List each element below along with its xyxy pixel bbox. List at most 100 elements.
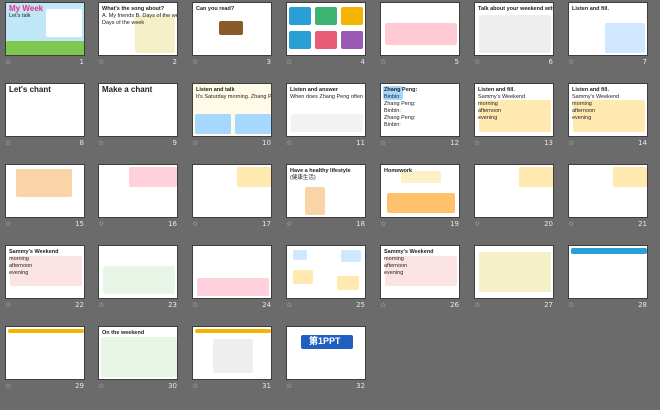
slide-thumbnail-11[interactable]: Listen and answer When does Zhang Peng of…: [286, 83, 366, 148]
slide-thumbnail-31[interactable]: ☆ 31: [192, 326, 272, 391]
slide-preview[interactable]: Listen and fill.: [568, 2, 648, 56]
slide-image: [16, 169, 72, 197]
slide-preview[interactable]: [192, 245, 272, 299]
slide-preview[interactable]: [568, 164, 648, 218]
slide-preview[interactable]: Listen and fill. Sammy's Weekend morning af…: [568, 83, 648, 137]
slide-meta: ☆ 3: [192, 58, 272, 67]
slide-preview[interactable]: Sammy's Weekend morning afternoon evening: [380, 245, 460, 299]
star-icon: ☆: [474, 59, 481, 66]
slide-text: afternoon: [384, 263, 408, 269]
slide-preview[interactable]: Sammy's Weekend morning afternoon evening: [5, 245, 85, 299]
slide-preview[interactable]: [98, 245, 178, 299]
slide-thumbnail-32[interactable]: 第1PPT ☆ 32: [286, 326, 366, 391]
slide-thumbnail-19[interactable]: Homework ☆ 19: [380, 164, 460, 229]
slide-preview[interactable]: On the weekend: [98, 326, 178, 380]
slide-thumbnail-13[interactable]: Listen and fill. Sammy's Weekend morning af…: [474, 83, 554, 148]
slide-number: 28: [638, 301, 647, 309]
slide-preview[interactable]: My Week Let's talk: [5, 2, 85, 56]
star-icon: ☆: [568, 140, 575, 147]
slide-preview[interactable]: Listen and fill. Sammy's Weekend morning af…: [474, 83, 554, 137]
slide-image: [8, 329, 84, 333]
star-icon: ☆: [474, 302, 481, 309]
star-icon: ☆: [192, 221, 199, 228]
slide-thumbnail-2[interactable]: What's the song about? A. My friends B. D…: [98, 2, 178, 67]
slide-thumbnail-26[interactable]: Sammy's Weekend morning afternoon evening ☆ 2…: [380, 245, 460, 310]
slide-text: morning: [384, 256, 404, 262]
slide-thumbnail-10[interactable]: Listen and talk It's Saturday morning. Zh…: [192, 83, 272, 148]
slide-thumbnail-4[interactable]: ☆ 4: [286, 2, 366, 67]
slide-thumbnail-21[interactable]: ☆ 21: [568, 164, 648, 229]
slide-thumbnail-9[interactable]: Make a chant ☆ 9: [98, 83, 178, 148]
slide-preview[interactable]: [286, 245, 366, 299]
star-icon: ☆: [192, 59, 199, 66]
slide-thumbnail-5[interactable]: ☆ 5: [380, 2, 460, 67]
slide-preview[interactable]: [192, 326, 272, 380]
slide-thumbnail-6[interactable]: Talk about your weekend with your partne…: [474, 2, 554, 67]
slide-number: 24: [262, 301, 271, 309]
slide-preview[interactable]: [5, 326, 85, 380]
slide-thumbnail-28[interactable]: ☆ 28: [568, 245, 648, 310]
slide-text: Binbin:: [384, 108, 401, 114]
slide-preview[interactable]: [380, 2, 460, 56]
slide-image: [305, 187, 325, 215]
slide-text: afternoon: [572, 108, 596, 114]
star-icon: ☆: [286, 302, 293, 309]
slide-image: [129, 167, 177, 187]
slide-thumbnail-27[interactable]: ☆ 27: [474, 245, 554, 310]
star-icon: ☆: [380, 302, 387, 309]
slide-thumbnail-3[interactable]: Can you read? ☆ 3: [192, 2, 272, 67]
slide-preview[interactable]: [568, 245, 648, 299]
slide-image: [341, 7, 363, 25]
slide-thumbnail-1[interactable]: My Week Let's talk ☆ 1: [5, 2, 85, 67]
slide-preview[interactable]: 第1PPT: [286, 326, 366, 380]
slide-thumbnail-18[interactable]: Have a healthy lifestyle (健康生活) ☆ 18: [286, 164, 366, 229]
slide-preview[interactable]: Have a healthy lifestyle (健康生活): [286, 164, 366, 218]
slide-thumbnail-14[interactable]: Listen and fill. Sammy's Weekend morning af…: [568, 83, 648, 148]
slide-preview[interactable]: Can you read?: [192, 2, 272, 56]
slide-preview[interactable]: Listen and answer When does Zhang Peng of…: [286, 83, 366, 137]
slide-thumbnail-24[interactable]: ☆ 24: [192, 245, 272, 310]
slide-thumbnail-8[interactable]: Let's chant ☆ 8: [5, 83, 85, 148]
slide-preview[interactable]: [5, 164, 85, 218]
slide-number: 14: [638, 139, 647, 147]
slide-thumbnail-25[interactable]: ☆ 25: [286, 245, 366, 310]
slide-thumbnail-22[interactable]: Sammy's Weekend morning afternoon evening ☆ 2…: [5, 245, 85, 310]
slide-thumbnail-20[interactable]: ☆ 20: [474, 164, 554, 229]
slide-preview[interactable]: Zhang Peng: Binbin: Zhang Peng: Binbin: Zhan…: [380, 83, 460, 137]
slide-thumbnail-29[interactable]: ☆ 29: [5, 326, 85, 391]
slide-meta: ☆ 2: [98, 58, 178, 67]
slide-meta: ☆ 8: [5, 139, 85, 148]
slide-preview[interactable]: Listen and talk It's Saturday morning. Zh…: [192, 83, 272, 137]
slide-thumbnail-16[interactable]: ☆ 16: [98, 164, 178, 229]
slide-meta: ☆ 22: [5, 301, 85, 310]
slide-text: Zhang Peng:: [384, 115, 416, 121]
slide-preview[interactable]: [474, 164, 554, 218]
slide-image: [341, 31, 363, 49]
slide-preview[interactable]: Let's chant: [5, 83, 85, 137]
slide-thumbnail-7[interactable]: Listen and fill. ☆ 7: [568, 2, 648, 67]
slide-text: (健康生活): [290, 175, 316, 181]
slide-meta: ☆ 12: [380, 139, 460, 148]
slide-preview[interactable]: What's the song about? A. My friends B. D…: [98, 2, 178, 56]
slide-preview[interactable]: Talk about your weekend with your partne…: [474, 2, 554, 56]
star-icon: ☆: [568, 59, 575, 66]
slide-thumbnail-15[interactable]: ☆ 15: [5, 164, 85, 229]
slide-text: Listen and answer: [290, 87, 338, 93]
slide-preview[interactable]: Homework: [380, 164, 460, 218]
slide-thumbnail-30[interactable]: On the weekend ☆ 30: [98, 326, 178, 391]
slide-number: 22: [75, 301, 84, 309]
slide-number: 30: [168, 382, 177, 390]
slide-number: 23: [168, 301, 177, 309]
slide-thumbnail-23[interactable]: ☆ 23: [98, 245, 178, 310]
slide-text: Sammy's Weekend: [572, 94, 620, 100]
slide-thumbnail-17[interactable]: ☆ 17: [192, 164, 272, 229]
slide-preview[interactable]: [192, 164, 272, 218]
slide-number: 15: [75, 220, 84, 228]
slide-preview[interactable]: [474, 245, 554, 299]
slide-meta: ☆ 24: [192, 301, 272, 310]
slide-preview[interactable]: [286, 2, 366, 56]
slide-preview[interactable]: [98, 164, 178, 218]
slide-preview[interactable]: Make a chant: [98, 83, 178, 137]
slide-thumbnail-12[interactable]: Zhang Peng: Binbin: Zhang Peng: Binbin: Zhan…: [380, 83, 460, 148]
slide-text: Days of the week: [102, 20, 145, 26]
